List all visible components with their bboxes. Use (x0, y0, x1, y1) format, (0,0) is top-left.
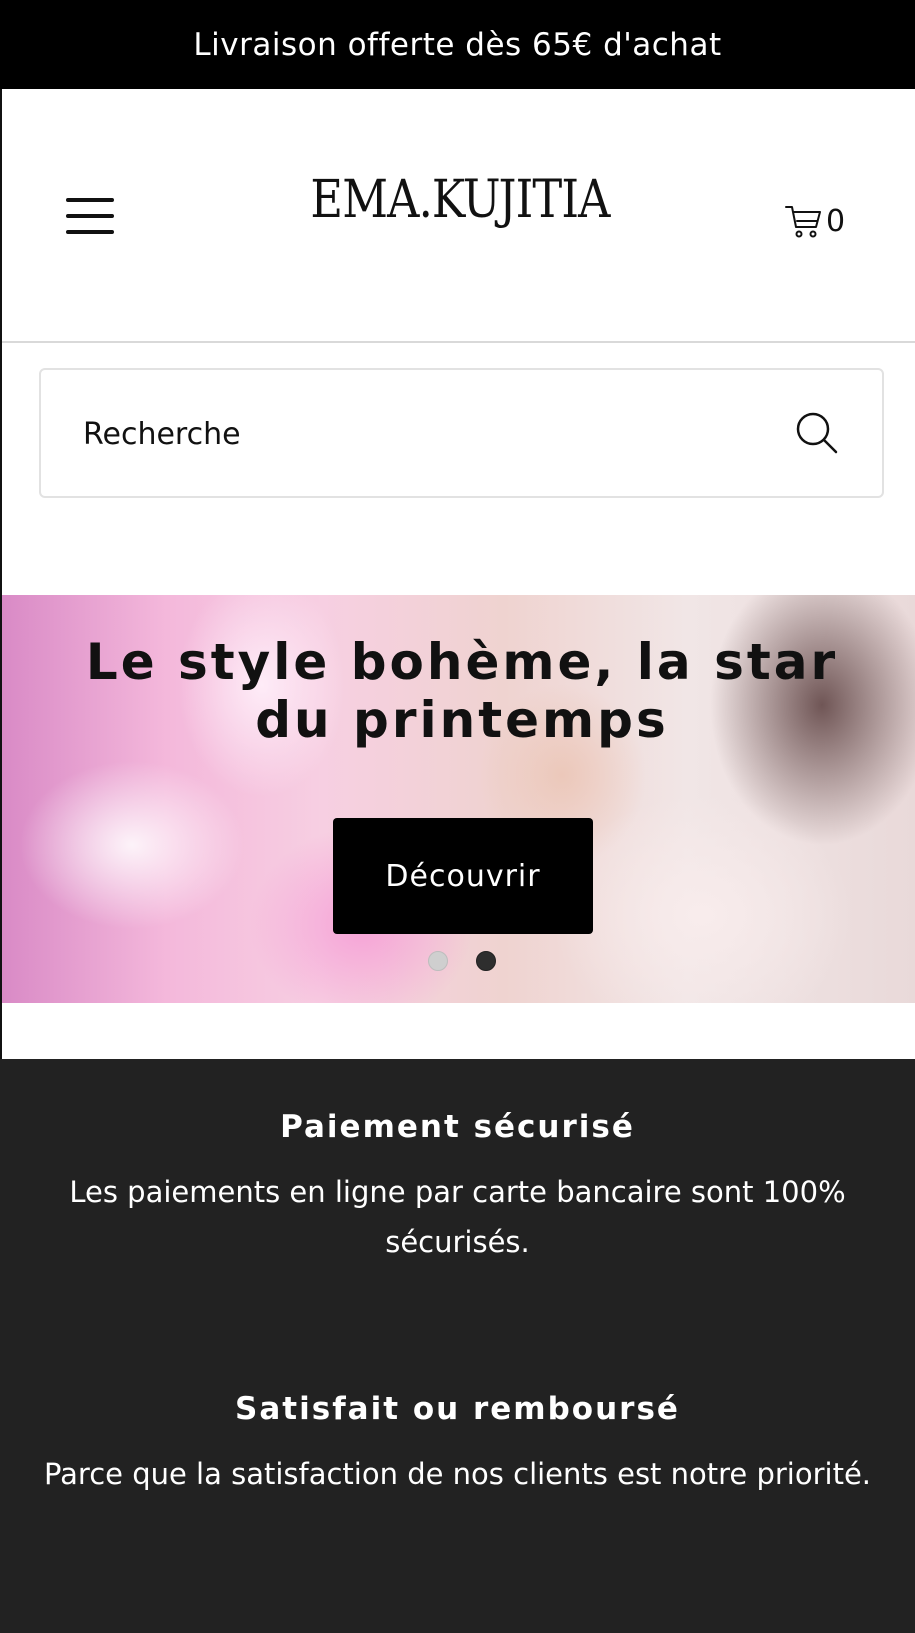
site-logo[interactable]: EMA.KUJITIA (288, 170, 632, 230)
cart-count: 0 (826, 203, 846, 239)
page: Livraison offerte dès 65€ d'achat EMA.KU… (0, 0, 915, 1633)
feature-title: Satisfait ou remboursé (235, 1391, 680, 1427)
slide-dot-2-active[interactable] (476, 951, 496, 971)
hamburger-menu-icon[interactable] (66, 198, 114, 238)
slide-dot-1[interactable] (428, 951, 448, 971)
announcement-text: Livraison offerte dès 65€ d'achat (193, 26, 722, 63)
search-bar (39, 368, 884, 498)
feature-secure-payment: Paiement sécurisé Les paiements en ligne… (40, 1109, 875, 1267)
announcement-bar: Livraison offerte dès 65€ d'achat (0, 0, 915, 89)
feature-text: Les paiements en ligne par carte bancair… (69, 1175, 846, 1259)
cart-button[interactable]: 0 (784, 199, 845, 243)
search-icon (796, 412, 838, 454)
shopping-cart-icon (785, 206, 821, 238)
features-section: Paiement sécurisé Les paiements en ligne… (0, 1059, 915, 1633)
search-button[interactable] (794, 410, 840, 456)
search-input[interactable] (81, 400, 765, 468)
discover-button[interactable]: Découvrir (333, 818, 593, 934)
feature-title: Paiement sécurisé (280, 1109, 635, 1145)
hero-banner: Le style bohème, la star du printemps Dé… (2, 595, 915, 1003)
feature-text: Parce que la satisfaction de nos clients… (43, 1457, 872, 1491)
hero-title: Le style bohème, la star du printemps (85, 633, 839, 749)
feature-satisfaction: Satisfait ou remboursé Parce que la sati… (40, 1391, 875, 1499)
